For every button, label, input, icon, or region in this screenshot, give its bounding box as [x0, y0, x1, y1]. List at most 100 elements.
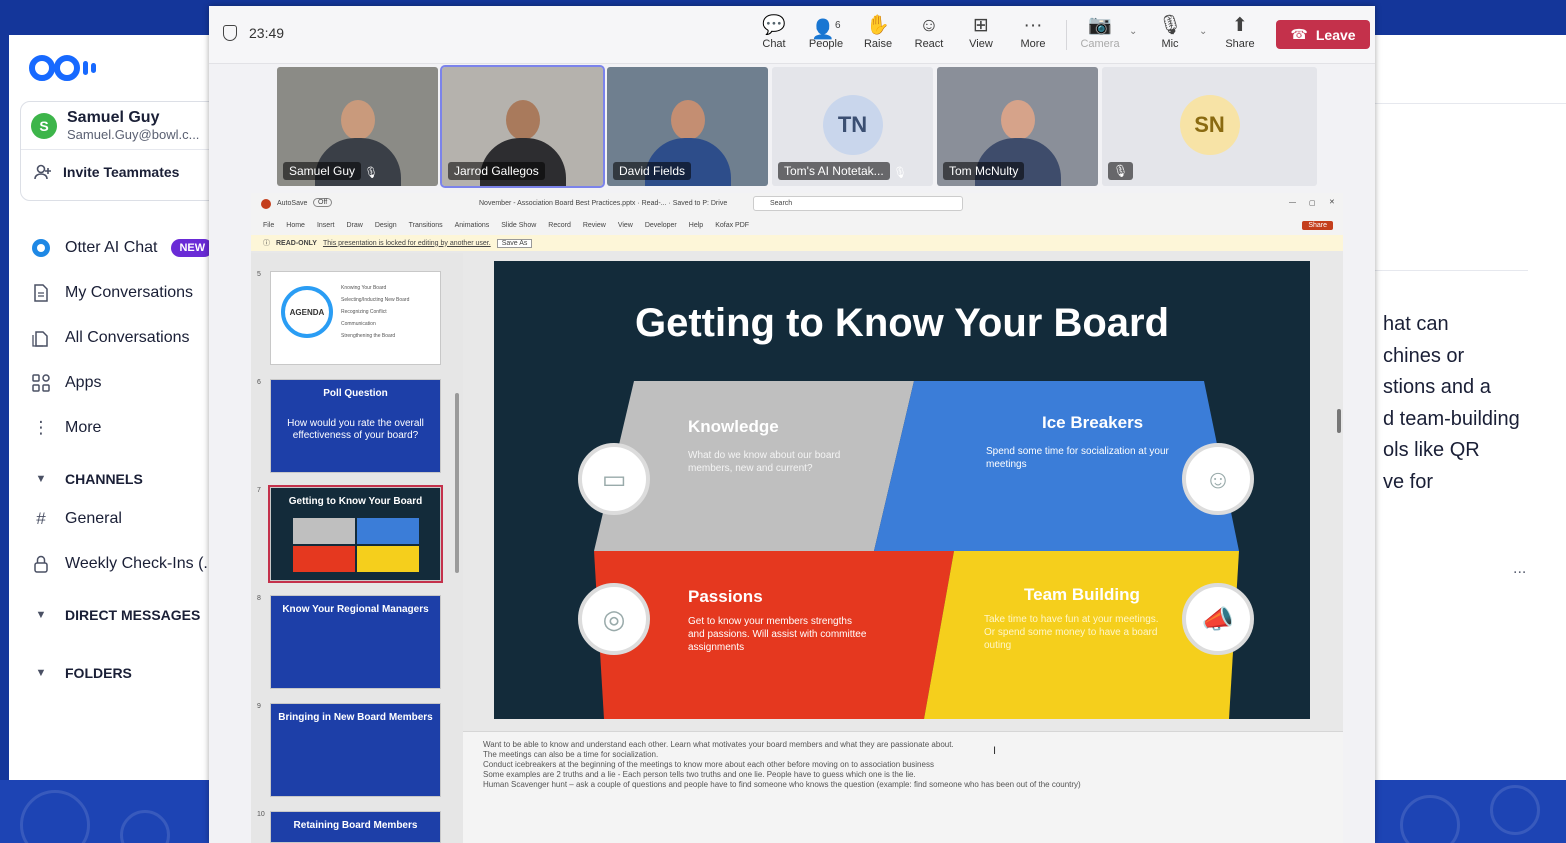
minimize-icon[interactable]: — — [1289, 199, 1296, 206]
menu-item[interactable]: Help — [689, 222, 703, 229]
slide-thumbnail[interactable]: AGENDA Knowing Your Board Selecting/Indu… — [270, 271, 441, 365]
save-as-button[interactable]: Save As — [496, 238, 533, 248]
participant-tile[interactable]: Jarrod Gallegos — [440, 65, 605, 188]
chat-icon: 💬 — [762, 15, 786, 36]
new-badge: NEW — [171, 238, 214, 257]
speaker-notes[interactable]: Want to be able to know and understand e… — [463, 731, 1343, 843]
meeting-timer: 23:49 — [223, 25, 284, 41]
react-button[interactable]: ☺ React — [905, 14, 953, 50]
more-label: More — [1020, 38, 1046, 50]
agenda-item: Selecting/Inducting New Board — [341, 297, 410, 303]
share-icon: ⬆ — [1232, 15, 1248, 36]
share-button[interactable]: ⬆ Share — [1216, 14, 1264, 50]
more-horizontal-icon: ··· — [1023, 15, 1043, 36]
people-button[interactable]: 👤6 People — [802, 14, 850, 50]
menu-item[interactable]: Record — [548, 222, 571, 229]
menu-item[interactable]: Home — [286, 222, 305, 229]
toolbar-divider — [1066, 20, 1067, 50]
slide-thumbnail[interactable]: Bringing in New Board Members — [270, 703, 441, 797]
section-label: FOLDERS — [65, 665, 132, 681]
ppt-ribbon-tabs: File Home Insert Draw Design Transitions… — [251, 215, 1343, 235]
powerpoint-logo-icon — [261, 199, 271, 209]
chevron-down-icon[interactable]: ⌄ — [1129, 26, 1137, 37]
chat-button[interactable]: 💬 Chat — [750, 14, 798, 50]
raise-label: Raise — [863, 38, 893, 50]
slide-scrollbar[interactable] — [1337, 409, 1341, 433]
slide-thumbnail-selected[interactable]: Getting to Know Your Board — [268, 485, 443, 583]
chevron-down-icon[interactable]: ⌄ — [1199, 26, 1207, 37]
invite-teammates-button[interactable]: Invite Teammates — [21, 150, 239, 194]
menu-item[interactable]: Design — [375, 222, 397, 229]
menu-item[interactable]: Review — [583, 222, 606, 229]
menu-item[interactable]: Transitions — [409, 222, 443, 229]
user-badge-icon: ☺ — [1182, 443, 1254, 515]
participant-tile[interactable]: Tom McNulty — [937, 67, 1098, 186]
leave-button[interactable]: ☎ Leave — [1276, 20, 1370, 49]
more-button[interactable]: ··· More — [1009, 14, 1057, 50]
direct-messages-section[interactable]: ▼ DIRECT MESSAGES — [31, 586, 231, 644]
menu-item[interactable]: File — [263, 222, 274, 229]
participant-tile[interactable]: SN 🎙 — [1102, 67, 1317, 186]
slide-thumbnail[interactable]: Retaining Board Members — [270, 811, 441, 843]
teams-meeting-window: 23:49 💬 Chat 👤6 People ✋ Raise ☺ React ⊞… — [209, 6, 1375, 843]
raise-hand-button[interactable]: ✋ Raise — [854, 14, 902, 50]
avatar: S — [31, 112, 57, 139]
participant-name: Jarrod Gallegos — [448, 162, 545, 180]
participant-tile[interactable]: TN Tom's AI Notetak... 🎙 — [772, 67, 933, 186]
nav-item-my-conversations[interactable]: My Conversations — [31, 270, 231, 315]
quadrant-text: Get to know your members strengths and p… — [688, 616, 867, 653]
quadrant-text: Take time to have fun at your meetings. … — [984, 614, 1159, 651]
slide-number: 9 — [257, 703, 261, 710]
agenda-item: Communication — [341, 321, 376, 327]
thumbnail-title: Know Your Regional Managers — [282, 604, 429, 615]
menu-item[interactable]: Developer — [645, 222, 677, 229]
mic-button[interactable]: 🎙 Mic — [1146, 14, 1194, 50]
autosave-toggle[interactable]: Off — [313, 198, 333, 207]
user-name: Samuel Guy — [67, 109, 160, 126]
participant-tile[interactable]: Samuel Guy 🎙 — [277, 67, 438, 186]
camera-button[interactable]: 📷 Camera — [1076, 14, 1124, 50]
thumbnail-scrollbar[interactable] — [455, 393, 459, 573]
menu-item[interactable]: View — [618, 222, 633, 229]
react-label: React — [914, 38, 944, 50]
participant-tile[interactable]: David Fields — [607, 67, 768, 186]
ppt-title-bar: AutoSave Off November - Association Boar… — [251, 193, 1343, 215]
user-card[interactable]: S Samuel Guy Samuel.Guy@bowl.c... Invite… — [20, 101, 240, 201]
quadrant-title: Passions — [688, 587, 763, 606]
view-button[interactable]: ⊞ View — [957, 14, 1005, 50]
ppt-share-button[interactable]: Share — [1302, 220, 1333, 230]
text-cursor-icon: I — [993, 745, 997, 757]
menu-item[interactable]: Kofax PDF — [715, 222, 749, 229]
nav-item-apps[interactable]: Apps — [31, 360, 231, 405]
more-options-icon[interactable]: ... — [1513, 560, 1526, 578]
nav-item-more[interactable]: ⋮ More — [31, 405, 231, 450]
mic-off-icon: 🎙 — [1157, 15, 1183, 36]
mic-label: Mic — [1161, 38, 1179, 50]
notes-line: Human Scavenger hunt – ask a couple of q… — [483, 780, 1081, 789]
menu-item[interactable]: Draw — [346, 222, 362, 229]
restore-icon[interactable]: ▢ — [1309, 199, 1316, 207]
read-only-bar: ⓘ READ-ONLY This presentation is locked … — [251, 235, 1343, 251]
nav-label: All Conversations — [65, 328, 190, 346]
participant-initials: SN — [1179, 95, 1240, 155]
camera-label: Camera — [1080, 38, 1120, 50]
nav-item-all-conversations[interactable]: All Conversations — [31, 315, 231, 360]
channel-general[interactable]: # General — [31, 496, 231, 541]
folders-section[interactable]: ▼ FOLDERS — [31, 644, 231, 702]
add-user-icon — [33, 162, 53, 182]
menu-item[interactable]: Animations — [455, 222, 490, 229]
menu-item[interactable]: Slide Show — [501, 222, 536, 229]
lock-icon — [31, 554, 51, 574]
slide-thumbnail[interactable]: Know Your Regional Managers — [270, 595, 441, 689]
file-title: November - Association Board Best Practi… — [479, 200, 728, 207]
channel-weekly-check-ins[interactable]: Weekly Check-Ins (. — [31, 541, 231, 586]
slide-number: 7 — [257, 487, 261, 494]
slide-thumbnails: 5 AGENDA Knowing Your Board Selecting/In… — [251, 253, 463, 843]
nav-item-otter-ai-chat[interactable]: Otter AI Chat NEW — [31, 225, 231, 270]
slide-thumbnail[interactable]: Poll Question How would you rate the ove… — [270, 379, 441, 473]
participant-initials: TN — [822, 95, 883, 155]
menu-item[interactable]: Insert — [317, 222, 335, 229]
close-icon[interactable]: ✕ — [1329, 198, 1335, 206]
slide-number: 5 — [257, 271, 261, 278]
search-box[interactable]: Search — [753, 196, 963, 211]
